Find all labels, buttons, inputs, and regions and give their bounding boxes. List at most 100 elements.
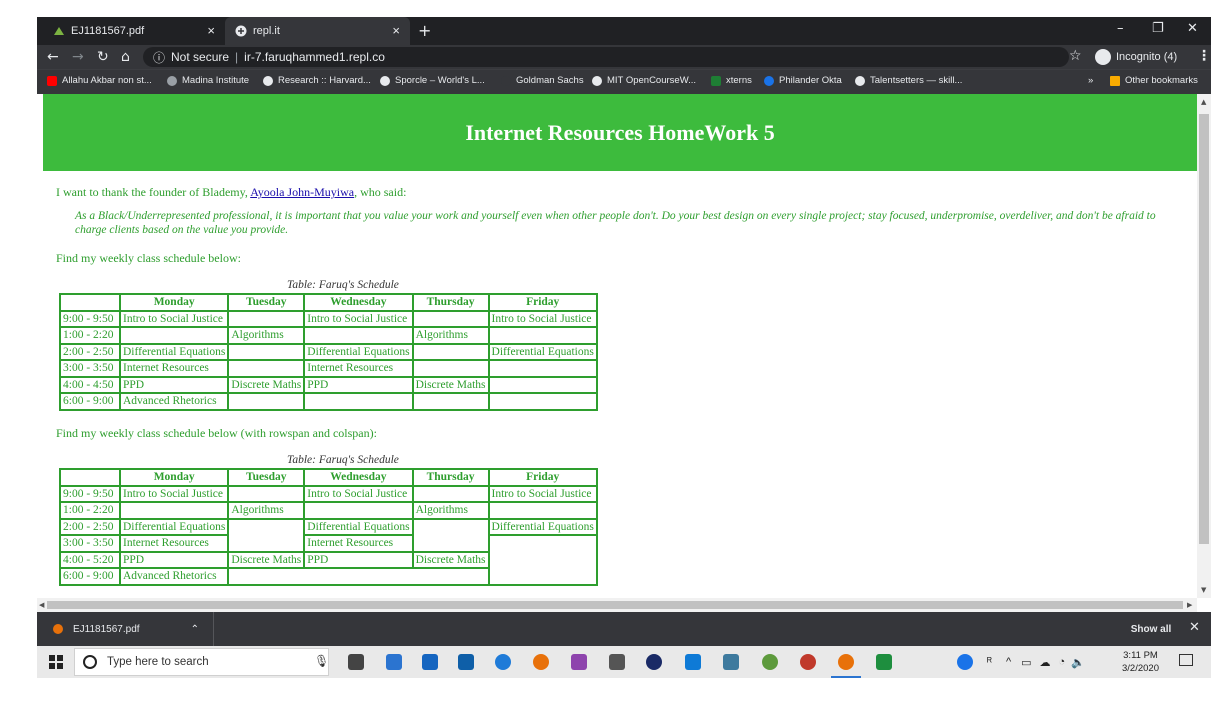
scroll-right-icon[interactable]: ▶ [1187, 601, 1192, 609]
battery-icon[interactable]: ▭ [1021, 656, 1031, 669]
bookmark-item[interactable]: Talentsetters — skill... [855, 75, 962, 86]
people-icon[interactable]: ᴿ [987, 656, 992, 668]
microphone-icon[interactable]: 🎙 [314, 654, 329, 668]
task-view-icon[interactable] [348, 654, 364, 670]
time-cell: 3:00 - 3:50 [59, 359, 121, 378]
forward-arrow-icon[interactable]: → [72, 49, 84, 65]
bookmark-item[interactable]: Philander Okta [764, 75, 842, 86]
bookmark-item[interactable]: Madina Institute [167, 75, 249, 86]
scroll-up-icon[interactable]: ▲ [1201, 98, 1206, 106]
info-icon[interactable]: ⓘ [153, 49, 165, 66]
visual-studio-icon[interactable] [571, 654, 587, 670]
wifi-icon[interactable]: ◔ [1059, 656, 1066, 668]
time-cell: 4:00 - 4:50 [59, 375, 121, 394]
app-icon[interactable] [646, 654, 662, 670]
table-row: 3:00 - 3:50 Internet Resources Internet … [59, 534, 598, 586]
close-tab-icon[interactable]: × [207, 23, 215, 38]
reload-icon[interactable]: ↻ [97, 49, 109, 65]
schedule-intro-2: Find my weekly class schedule below (wit… [56, 426, 377, 440]
maximize-button[interactable]: ❐ [1152, 21, 1164, 36]
store-icon[interactable] [458, 654, 474, 670]
chevron-up-icon[interactable]: ⌃ [191, 624, 199, 635]
class-cell [487, 534, 598, 586]
thanks-prefix: I want to thank the founder of Blademy, [56, 185, 251, 199]
class-cell [227, 359, 306, 378]
class-cell: Discrete Maths [411, 550, 490, 569]
bookmarks-overflow-button[interactable]: » [1088, 75, 1093, 86]
android-studio-icon[interactable] [762, 654, 778, 670]
bookmark-item[interactable]: MIT OpenCourseW... [592, 75, 696, 86]
show-all-button[interactable]: Show all [1125, 618, 1177, 640]
download-item[interactable]: EJ1181567.pdf ⌃ [37, 612, 214, 646]
page-header: Internet Resources HomeWork 5 [43, 94, 1197, 171]
new-tab-button[interactable]: + [418, 21, 431, 40]
class-cell: Discrete Maths [227, 550, 306, 569]
downloads-bar: EJ1181567.pdf ⌃ Show all ✕ [37, 612, 1211, 646]
founder-link[interactable]: Ayoola John-Muyiwa [250, 185, 354, 199]
menu-kebab-icon[interactable]: ⋮ [1197, 48, 1211, 64]
tab-pdf[interactable]: EJ1181567.pdf × [45, 17, 225, 45]
table-caption-2: Table: Faruq's Schedule [287, 454, 399, 466]
chevron-up-icon[interactable]: ^ [1006, 656, 1011, 668]
back-arrow-icon[interactable]: ← [47, 49, 59, 65]
class-cell: Discrete Maths [227, 375, 306, 394]
windows-taskbar: Type here to search 🎙 ᴿ ^ ▭ ☁ ◔ 🔈 3:11 P… [37, 646, 1211, 678]
home-icon[interactable]: ⌂ [121, 49, 130, 65]
class-cell [227, 392, 306, 411]
help-icon[interactable] [957, 654, 973, 670]
okta-icon [764, 75, 774, 86]
table-row: 9:00 - 9:50 Intro to Social Justice Intr… [59, 309, 598, 328]
sourcetree-icon[interactable] [723, 654, 739, 670]
bookmark-item[interactable]: Research :: Harvard... [263, 75, 371, 86]
bookmark-star-icon[interactable]: ☆ [1069, 48, 1082, 64]
horizontal-scroll-thumb[interactable] [47, 601, 1183, 609]
scroll-down-icon[interactable]: ▼ [1201, 586, 1206, 594]
bookmark-item[interactable]: Goldman Sachs [501, 75, 584, 86]
horizontal-scrollbar[interactable]: ◀ ▶ [37, 598, 1197, 612]
file-explorer-icon[interactable] [386, 654, 402, 670]
minimize-button[interactable]: – [1117, 21, 1124, 36]
taskbar-search-box[interactable]: Type here to search [74, 648, 329, 676]
time-cell: 9:00 - 9:50 [59, 309, 121, 328]
vscode-icon[interactable] [685, 654, 701, 670]
table-caption-1: Table: Faruq's Schedule [287, 279, 399, 291]
app-icon[interactable] [800, 654, 816, 670]
close-window-button[interactable]: ✕ [1187, 21, 1198, 36]
class-cell: Differential Equations [118, 342, 230, 361]
profile-button[interactable]: Incognito (4) [1095, 48, 1177, 66]
app-icon[interactable] [876, 654, 892, 670]
notifications-icon[interactable] [1179, 654, 1193, 666]
scroll-left-icon[interactable]: ◀ [39, 601, 44, 609]
close-downloads-icon[interactable]: ✕ [1189, 620, 1200, 635]
chrome-active-icon[interactable] [838, 654, 854, 670]
bookmark-item[interactable]: Allahu Akbar non st... [47, 75, 152, 86]
other-bookmarks[interactable]: Other bookmarks [1110, 75, 1198, 86]
class-cell: Algorithms [411, 326, 490, 345]
pdf-tab-icon [53, 25, 65, 37]
cloud-icon[interactable]: ☁ [1040, 656, 1051, 669]
address-bar[interactable]: ⓘ Not secure | ir-7.faruqhammed1.repl.co [143, 47, 1069, 67]
time-cell: 6:00 - 9:00 [59, 567, 121, 586]
close-tab-icon[interactable]: × [392, 23, 400, 38]
windows-start-icon[interactable] [49, 655, 63, 669]
search-placeholder: Type here to search [107, 656, 209, 668]
terminal-icon[interactable] [609, 654, 625, 670]
profile-label: Incognito (4) [1116, 51, 1178, 63]
class-cell [227, 484, 306, 503]
vertical-scroll-thumb[interactable] [1199, 114, 1209, 544]
youtube-icon [47, 75, 57, 86]
bookmark-label: xterns [726, 75, 752, 86]
tab-replit[interactable]: repl.it × [225, 17, 410, 45]
tab-title: EJ1181567.pdf [71, 25, 145, 37]
chrome-icon[interactable] [533, 654, 549, 670]
day-header: Thursday [411, 468, 490, 487]
mail-icon[interactable] [422, 654, 438, 670]
taskbar-clock[interactable]: 3:11 PM 3/2/2020 [1122, 649, 1159, 675]
edge-icon[interactable] [495, 654, 511, 670]
volume-icon[interactable]: 🔈 [1071, 656, 1085, 669]
class-cell [411, 309, 490, 328]
bookmark-item[interactable]: xterns [711, 75, 752, 86]
class-cell: Intro to Social Justice [487, 309, 598, 328]
vertical-scrollbar[interactable]: ▲ ▼ [1197, 94, 1211, 598]
bookmark-item[interactable]: Sporcle – World's L... [380, 75, 485, 86]
